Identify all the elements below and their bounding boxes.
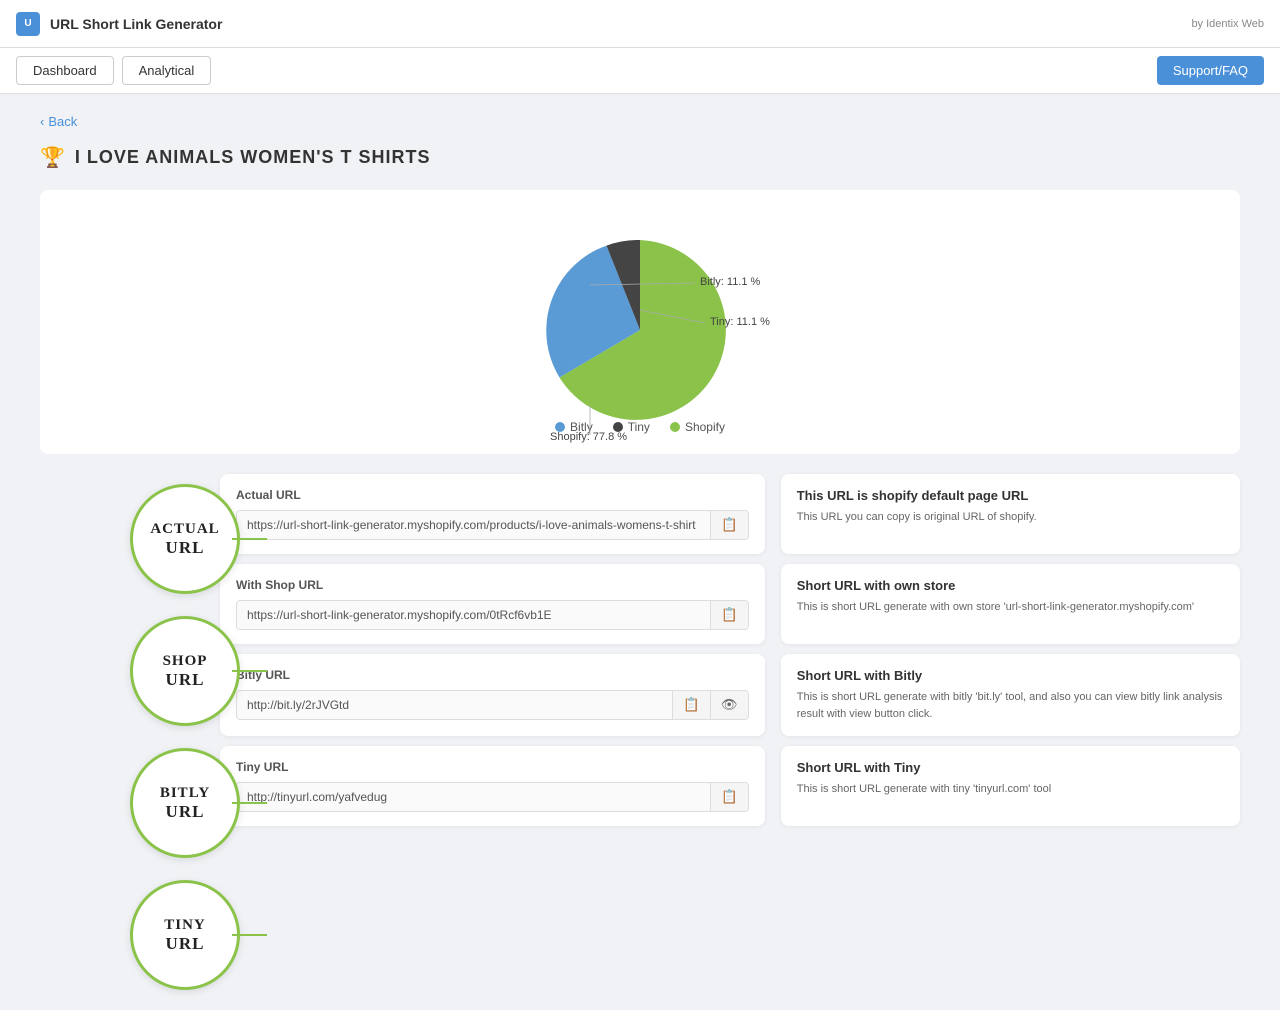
url-row-0: Actual URL 📋 This URL is shopify default p… bbox=[220, 474, 1240, 554]
circle-line2-2: URL bbox=[166, 802, 205, 822]
url-row-2: Bitly URL 📋👁 Short URL with Bitly This is s… bbox=[220, 654, 1240, 736]
url-row-3: Tiny URL 📋 Short URL with Tiny This is shor… bbox=[220, 746, 1240, 826]
input-label-2: Bitly URL bbox=[236, 668, 749, 682]
header-left: U URL Short Link Generator bbox=[16, 12, 222, 36]
circle-badge-0: ActualURL bbox=[130, 484, 240, 594]
circle-line2-0: URL bbox=[166, 538, 205, 558]
back-arrow-icon: ‹ bbox=[40, 114, 44, 129]
url-input-field-1[interactable] bbox=[237, 601, 710, 629]
url-info-card-2: Short URL with Bitly This is short URL ge… bbox=[781, 654, 1240, 736]
input-group-0: 📋 bbox=[236, 510, 749, 540]
nav-buttons: Dashboard Analytical bbox=[16, 56, 211, 85]
url-input-field-2[interactable] bbox=[237, 691, 672, 719]
copy-button-2[interactable]: 📋 bbox=[672, 691, 710, 719]
nav-bar: Dashboard Analytical Support/FAQ bbox=[0, 48, 1280, 94]
url-input-card-0: Actual URL 📋 bbox=[220, 474, 765, 554]
circle-line2-1: URL bbox=[166, 670, 205, 690]
circle-badge-3: TinyURL bbox=[130, 880, 240, 990]
info-text-2: This is short URL generate with bitly 'b… bbox=[797, 689, 1224, 722]
app-header: U URL Short Link Generator by Identix We… bbox=[0, 0, 1280, 48]
page-header: 🏆 I LOVE ANIMALS WOMEN'S T SHIRTS bbox=[40, 145, 1240, 170]
url-input-card-3: Tiny URL 📋 bbox=[220, 746, 765, 826]
chart-section: Bitly: 11.1 % Tiny: 11.1 % Shopify: 77.8… bbox=[40, 190, 1240, 454]
eye-button-2[interactable]: 👁 bbox=[710, 691, 748, 719]
url-info-card-1: Short URL with own store This is short UR… bbox=[781, 564, 1240, 644]
info-title-0: This URL is shopify default page URL bbox=[797, 488, 1224, 503]
info-title-1: Short URL with own store bbox=[797, 578, 1224, 593]
info-text-1: This is short URL generate with own stor… bbox=[797, 599, 1224, 616]
input-label-3: Tiny URL bbox=[236, 760, 749, 774]
input-group-3: 📋 bbox=[236, 782, 749, 812]
circle-badge-1: ShopURL bbox=[130, 616, 240, 726]
header-by: by Identix Web bbox=[1191, 18, 1264, 30]
analytical-button[interactable]: Analytical bbox=[122, 56, 212, 85]
url-input-field-3[interactable] bbox=[237, 783, 710, 811]
app-title: URL Short Link Generator bbox=[50, 16, 222, 32]
url-input-field-0[interactable] bbox=[237, 511, 710, 539]
input-label-0: Actual URL bbox=[236, 488, 749, 502]
pie-chart: Bitly: 11.1 % Tiny: 11.1 % Shopify: 77.8… bbox=[490, 210, 790, 410]
url-row-1: With Shop URL 📋 Short URL with own store Th… bbox=[220, 564, 1240, 644]
url-info-card-3: Short URL with Tiny This is short URL gen… bbox=[781, 746, 1240, 826]
dashboard-button[interactable]: Dashboard bbox=[16, 56, 114, 85]
info-text-3: This is short URL generate with tiny 'ti… bbox=[797, 781, 1224, 798]
main-content: ‹ Back 🏆 I LOVE ANIMALS WOMEN'S T SHIRTS bbox=[0, 94, 1280, 1010]
back-link[interactable]: ‹ Back bbox=[40, 114, 1240, 129]
circle-line1-2: Bitly bbox=[160, 785, 210, 802]
circle-line2-3: URL bbox=[166, 934, 205, 954]
circles-column: ActualURLShopURLBitlyURLTinyURL bbox=[40, 474, 240, 990]
input-label-1: With Shop URL bbox=[236, 578, 749, 592]
url-input-card-1: With Shop URL 📋 bbox=[220, 564, 765, 644]
copy-button-1[interactable]: 📋 bbox=[710, 601, 748, 629]
app-logo: U bbox=[16, 12, 40, 36]
info-title-3: Short URL with Tiny bbox=[797, 760, 1224, 775]
url-cards-column: Actual URL 📋 This URL is shopify default p… bbox=[220, 474, 1240, 990]
main-layout: ActualURLShopURLBitlyURLTinyURL Actual U… bbox=[40, 474, 1240, 990]
tiny-label: Tiny: 11.1 % bbox=[710, 316, 770, 328]
circle-line1-3: Tiny bbox=[164, 917, 206, 934]
url-info-card-0: This URL is shopify default page URL This… bbox=[781, 474, 1240, 554]
circle-line1-0: Actual bbox=[150, 521, 219, 538]
bitly-label: Bitly: 11.1 % bbox=[700, 276, 761, 288]
input-group-1: 📋 bbox=[236, 600, 749, 630]
support-button[interactable]: Support/FAQ bbox=[1157, 56, 1264, 85]
copy-button-0[interactable]: 📋 bbox=[710, 511, 748, 539]
input-group-2: 📋👁 bbox=[236, 690, 749, 720]
shopify-label: Shopify: 77.8 % bbox=[550, 431, 627, 443]
url-input-card-2: Bitly URL 📋👁 bbox=[220, 654, 765, 736]
circle-line1-1: Shop bbox=[163, 653, 208, 670]
circle-badge-2: BitlyURL bbox=[130, 748, 240, 858]
copy-button-3[interactable]: 📋 bbox=[710, 783, 748, 811]
page-icon: 🏆 bbox=[40, 145, 65, 170]
back-label: Back bbox=[48, 114, 77, 129]
page-title: I LOVE ANIMALS WOMEN'S T SHIRTS bbox=[75, 147, 431, 168]
info-text-0: This URL you can copy is original URL of… bbox=[797, 509, 1224, 526]
info-title-2: Short URL with Bitly bbox=[797, 668, 1224, 683]
